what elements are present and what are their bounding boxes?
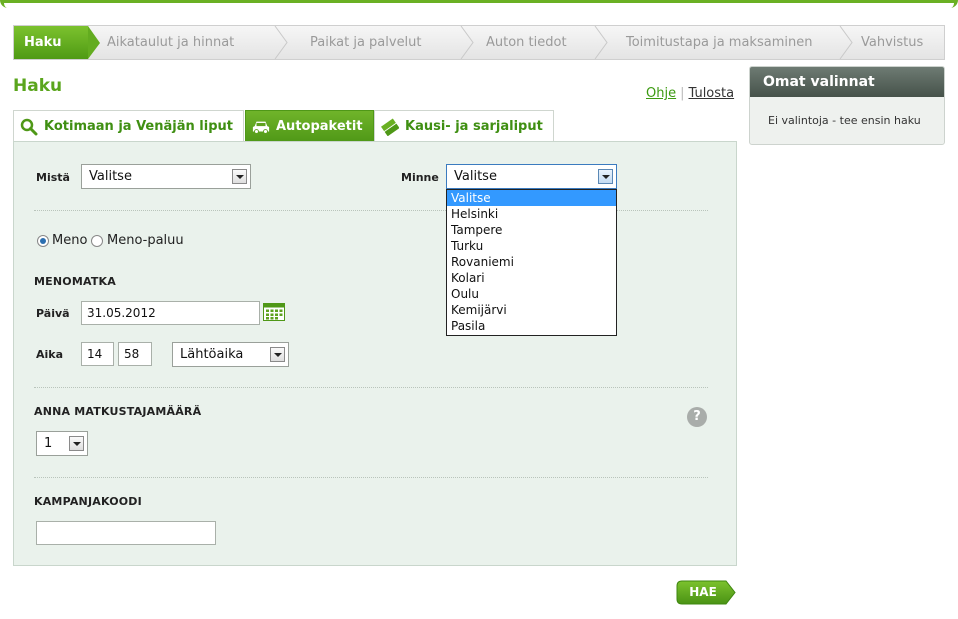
dropdown-option[interactable]: Tampere: [447, 222, 616, 238]
campaign-code-input[interactable]: [36, 521, 216, 545]
step-separator: [460, 26, 474, 59]
calendar-icon[interactable]: [263, 303, 285, 321]
submit-label: HAE: [689, 585, 717, 599]
trip-return-label: Meno-paluu: [107, 233, 184, 248]
chevron-down-icon: [270, 347, 285, 362]
print-link[interactable]: Tulosta: [688, 86, 734, 101]
dropdown-option[interactable]: Valitse: [447, 190, 616, 206]
divider: [34, 387, 708, 388]
tab-season-tickets[interactable]: Kausi- ja sarjaliput: [374, 110, 554, 142]
step-schedules: Aikataulut ja hinnat: [107, 35, 235, 50]
trip-oneway-label: Meno: [52, 233, 88, 248]
progress-steps: Haku Aikataulut ja hinnat Paikat ja palv…: [13, 25, 945, 60]
top-accent-bar: [0, 0, 958, 9]
dropdown-option[interactable]: Turku: [447, 238, 616, 254]
time-type-select[interactable]: Lähtöaika: [172, 342, 289, 367]
tab-domestic-tickets[interactable]: Kotimaan ja Venäjän liput: [13, 110, 244, 142]
date-input-value: 31.05.2012: [87, 306, 156, 320]
selections-panel-title: Omat valinnat: [750, 67, 944, 97]
page-title: Haku: [13, 76, 63, 96]
page-links: Ohje | Tulosta: [646, 86, 734, 101]
tab-label: Autopaketit: [276, 119, 363, 134]
chevron-down-icon: [69, 436, 84, 451]
trip-return-radio[interactable]: [91, 235, 103, 247]
passengers-heading: ANNA MATKUSTAJAMÄÄRÄ: [34, 405, 202, 418]
date-input[interactable]: 31.05.2012: [81, 301, 260, 325]
dropdown-option[interactable]: Kolari: [447, 270, 616, 286]
help-link[interactable]: Ohje: [646, 86, 676, 101]
step-active: Haku: [14, 26, 88, 59]
step-seats: Paikat ja palvelut: [310, 35, 422, 50]
step-confirmation: Vahvistus: [861, 35, 924, 50]
search-icon: [20, 118, 38, 136]
step-active-arrow: [88, 26, 100, 59]
step-separator: [274, 26, 288, 59]
tickets-icon: [381, 118, 399, 136]
selections-empty-text: Ei valintoja - tee ensin haku: [768, 114, 921, 127]
dropdown-option[interactable]: Rovaniemi: [447, 254, 616, 270]
from-select-value: Valitse: [89, 169, 132, 184]
chevron-down-icon: [232, 169, 247, 184]
step-separator: [594, 26, 608, 59]
tab-label: Kotimaan ja Venäjän liput: [44, 119, 233, 134]
search-form: Mistä Valitse Minne Valitse Meno Meno-pa…: [13, 141, 737, 566]
passengers-select-value: 1: [44, 436, 53, 451]
hour-input[interactable]: 14: [81, 342, 114, 366]
to-select-options: Valitse Helsinki Tampere Turku Rovaniemi…: [446, 189, 617, 336]
to-select[interactable]: Valitse: [446, 164, 617, 189]
dropdown-option[interactable]: Helsinki: [447, 206, 616, 222]
to-label: Minne: [401, 171, 439, 184]
hour-input-value: 14: [87, 347, 103, 361]
dropdown-option[interactable]: Pasila: [447, 318, 616, 334]
minute-input-value: 58: [124, 347, 140, 361]
from-label: Mistä: [36, 171, 70, 184]
campaign-heading: KAMPANJAKOODI: [34, 495, 142, 508]
to-select-value: Valitse: [454, 169, 497, 184]
minute-input[interactable]: 58: [118, 342, 152, 366]
divider: [34, 477, 708, 478]
passengers-select[interactable]: 1: [36, 431, 88, 456]
selections-panel: Omat valinnat Ei valintoja - tee ensin h…: [749, 66, 945, 145]
link-divider: |: [680, 86, 685, 101]
outbound-heading: MENOMATKA: [34, 275, 116, 288]
dropdown-option[interactable]: Oulu: [447, 286, 616, 302]
tab-car-packages[interactable]: Autopaketit: [245, 110, 374, 142]
dropdown-option[interactable]: Kemijärvi: [447, 302, 616, 318]
from-select[interactable]: Valitse: [81, 164, 251, 189]
time-type-value: Lähtöaika: [180, 347, 244, 362]
help-icon[interactable]: ?: [687, 407, 707, 427]
step-separator: [839, 26, 853, 59]
step-delivery: Toimitustapa ja maksaminen: [626, 35, 813, 50]
trip-oneway-radio[interactable]: [37, 235, 49, 247]
time-label: Aika: [36, 348, 64, 361]
date-label: Päivä: [36, 307, 70, 320]
step-label-active: Haku: [24, 35, 62, 50]
chevron-down-icon: [598, 169, 613, 184]
car-icon: [252, 121, 270, 134]
step-car: Auton tiedot: [486, 35, 567, 50]
search-submit-button[interactable]: HAE: [676, 580, 736, 605]
tab-label: Kausi- ja sarjaliput: [405, 119, 543, 134]
